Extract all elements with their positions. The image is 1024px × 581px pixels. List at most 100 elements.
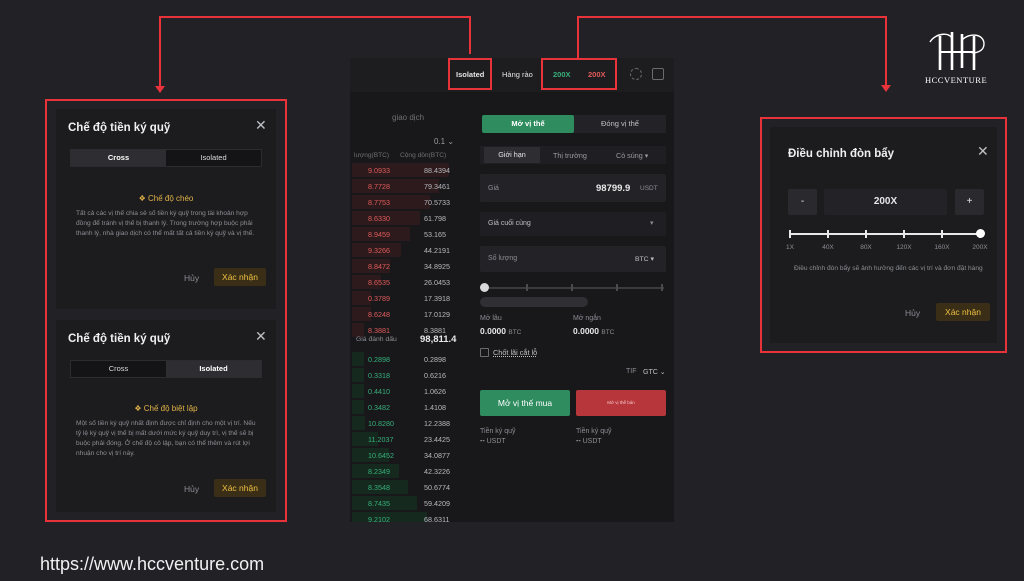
last-price-label: Giá cuối cùng: [488, 220, 531, 227]
row-total: 34.8925: [424, 262, 450, 271]
mode-description: Tất cả các vị thế chia sẻ số tiền ký quỹ…: [76, 210, 255, 237]
row-total: 70.5733: [424, 198, 450, 207]
sell-button[interactable]: Mở vị thế bán: [576, 390, 666, 416]
row-amount: 11.2037: [368, 435, 394, 444]
orderbook-row[interactable]: 8.6248 17.0129: [352, 306, 460, 322]
tif-label: TIF: [626, 368, 637, 375]
orderbook-row[interactable]: 8.6330 61.798: [352, 210, 460, 226]
tab-trigger[interactable]: Cò súng ▾: [616, 151, 648, 160]
orderbook-row[interactable]: 10.8280 12.2388: [352, 415, 460, 431]
mode-title: ❖ Chế độ chéo: [138, 194, 194, 203]
trading-panel: Isolated Hàng rào 200X 200X giao dịch 0.…: [350, 58, 674, 522]
orderbook-row[interactable]: 11.2037 23.4425: [352, 431, 460, 447]
orderbook-row[interactable]: 0.3482 1.4108: [352, 399, 460, 415]
quantity-unit-select[interactable]: BTC ▾: [635, 255, 654, 263]
annotation-arrow: [155, 86, 165, 93]
orderbook-row[interactable]: 8.2349 42.3226: [352, 463, 460, 479]
option-isolated[interactable]: Isolated: [166, 150, 261, 166]
orderbook-row[interactable]: 0.3789 17.3918: [352, 290, 460, 306]
leverage-increase-button[interactable]: +: [955, 189, 984, 215]
open-short-label: Mở ngắn: [573, 315, 601, 322]
row-amount: 8.7728: [368, 182, 390, 191]
precision-select[interactable]: 0.1 ⌄: [434, 137, 454, 146]
row-total: 50.6774: [424, 483, 450, 492]
orderbook-row[interactable]: 8.3548 50.6774: [352, 479, 460, 495]
orderbook-row[interactable]: 8.7753 70.5733: [352, 194, 460, 210]
tp-sl-label[interactable]: Chốt lãi cắt lỗ: [493, 348, 537, 357]
depth-bar: [352, 384, 364, 398]
row-total: 88.4394: [424, 166, 450, 175]
row-amount: 9.0933: [368, 166, 390, 175]
orderbook-row[interactable]: 8.8472 34.8925: [352, 258, 460, 274]
orderbook-row[interactable]: 8.6535 26.0453: [352, 274, 460, 290]
close-icon[interactable]: ✕: [255, 118, 267, 132]
quantity-slider-track[interactable]: [484, 287, 664, 289]
orderbook-row[interactable]: 0.2898 0.2898: [352, 351, 460, 367]
slider-tick-label: 200X: [972, 244, 988, 251]
cancel-button[interactable]: Hủy: [184, 273, 199, 283]
confirm-button[interactable]: Xác nhận: [214, 479, 266, 497]
tab-close-position[interactable]: Đóng vị thế: [574, 115, 666, 133]
slider-tick: [661, 284, 663, 291]
row-amount: 8.7435: [368, 499, 390, 508]
depth-bar: [352, 416, 366, 430]
gtc-select[interactable]: GTC ⌄: [643, 368, 666, 376]
option-cross[interactable]: Cross: [71, 150, 166, 166]
row-amount: 9.2102: [368, 515, 390, 522]
gear-icon[interactable]: [630, 68, 642, 80]
close-icon[interactable]: ✕: [255, 329, 267, 343]
mark-price-label: Giá đánh dấu: [356, 336, 397, 343]
leverage-note: Điều chỉnh đòn bẩy sẽ ảnh hưởng đến các …: [794, 265, 983, 272]
row-amount: 10.8280: [368, 419, 394, 428]
option-isolated[interactable]: Isolated: [166, 361, 261, 377]
cancel-button[interactable]: Hủy: [184, 484, 199, 494]
site-url[interactable]: https://www.hccventure.com: [40, 554, 264, 575]
row-total: 26.0453: [424, 278, 450, 287]
leverage-value-input[interactable]: 200X: [824, 189, 947, 215]
option-cross[interactable]: Cross: [71, 361, 166, 377]
leverage-slider-fill: [790, 233, 980, 235]
annotation-line: [885, 16, 887, 86]
orderbook-row[interactable]: 9.2102 68.6311: [352, 511, 460, 522]
leverage-slider-handle[interactable]: [975, 229, 985, 238]
open-long-label: Mở lâu: [480, 315, 502, 322]
leverage-highlight: [541, 58, 617, 90]
price-input[interactable]: [480, 174, 666, 202]
margin-mode-toggle: Cross Isolated: [70, 360, 262, 378]
tab-market[interactable]: Thị trường: [553, 151, 587, 160]
orderbook-row[interactable]: 10.6452 34.0877: [352, 447, 460, 463]
buy-button[interactable]: Mở vị thế mua: [480, 390, 570, 416]
depth-bar: [352, 368, 364, 382]
orderbook-row[interactable]: 8.7728 79.3461: [352, 178, 460, 194]
hedge-button[interactable]: Hàng rào: [502, 70, 533, 79]
cancel-button[interactable]: Hủy: [905, 308, 920, 318]
row-total: 12.2388: [424, 419, 450, 428]
slider-tick-label: 80X: [860, 244, 872, 251]
layout-icon[interactable]: [652, 68, 664, 80]
orderbook-row[interactable]: 9.0933 88.4394: [352, 162, 460, 178]
tab-open-position[interactable]: Mở vị thế: [482, 115, 574, 133]
orderbook-row[interactable]: 8.9459 53.165: [352, 226, 460, 242]
margin-label-sell: Tiền ký quỹ: [576, 428, 612, 435]
orderbook-row[interactable]: 9.3266 44.2191: [352, 242, 460, 258]
redacted-bar: [480, 297, 588, 307]
row-total: 61.798: [424, 214, 446, 223]
row-amount: 0.3318: [368, 371, 390, 380]
col-total: Cộng dồn(BTC): [400, 152, 447, 159]
slider-tick-mark: [865, 230, 867, 238]
row-total: 68.6311: [424, 515, 450, 522]
orderbook-row[interactable]: 0.3318 0.6216: [352, 367, 460, 383]
quantity-slider-handle[interactable]: [480, 283, 489, 292]
row-total: 1.4108: [424, 403, 446, 412]
open-short-value: 0.0000 BTC: [573, 326, 615, 336]
orderbook-row[interactable]: 0.4410 1.0626: [352, 383, 460, 399]
confirm-button[interactable]: Xác nhận: [214, 268, 266, 286]
brand-name: HCCVENTURE: [925, 75, 988, 85]
leverage-decrease-button[interactable]: -: [788, 189, 817, 215]
tab-limit[interactable]: Giới hạn: [484, 147, 540, 163]
close-icon[interactable]: ✕: [977, 144, 989, 158]
confirm-button[interactable]: Xác nhận: [936, 303, 990, 321]
orderbook-row[interactable]: 8.7435 59.4209: [352, 495, 460, 511]
caret-down-icon: ▾: [650, 220, 654, 227]
tp-sl-checkbox[interactable]: [480, 348, 489, 357]
